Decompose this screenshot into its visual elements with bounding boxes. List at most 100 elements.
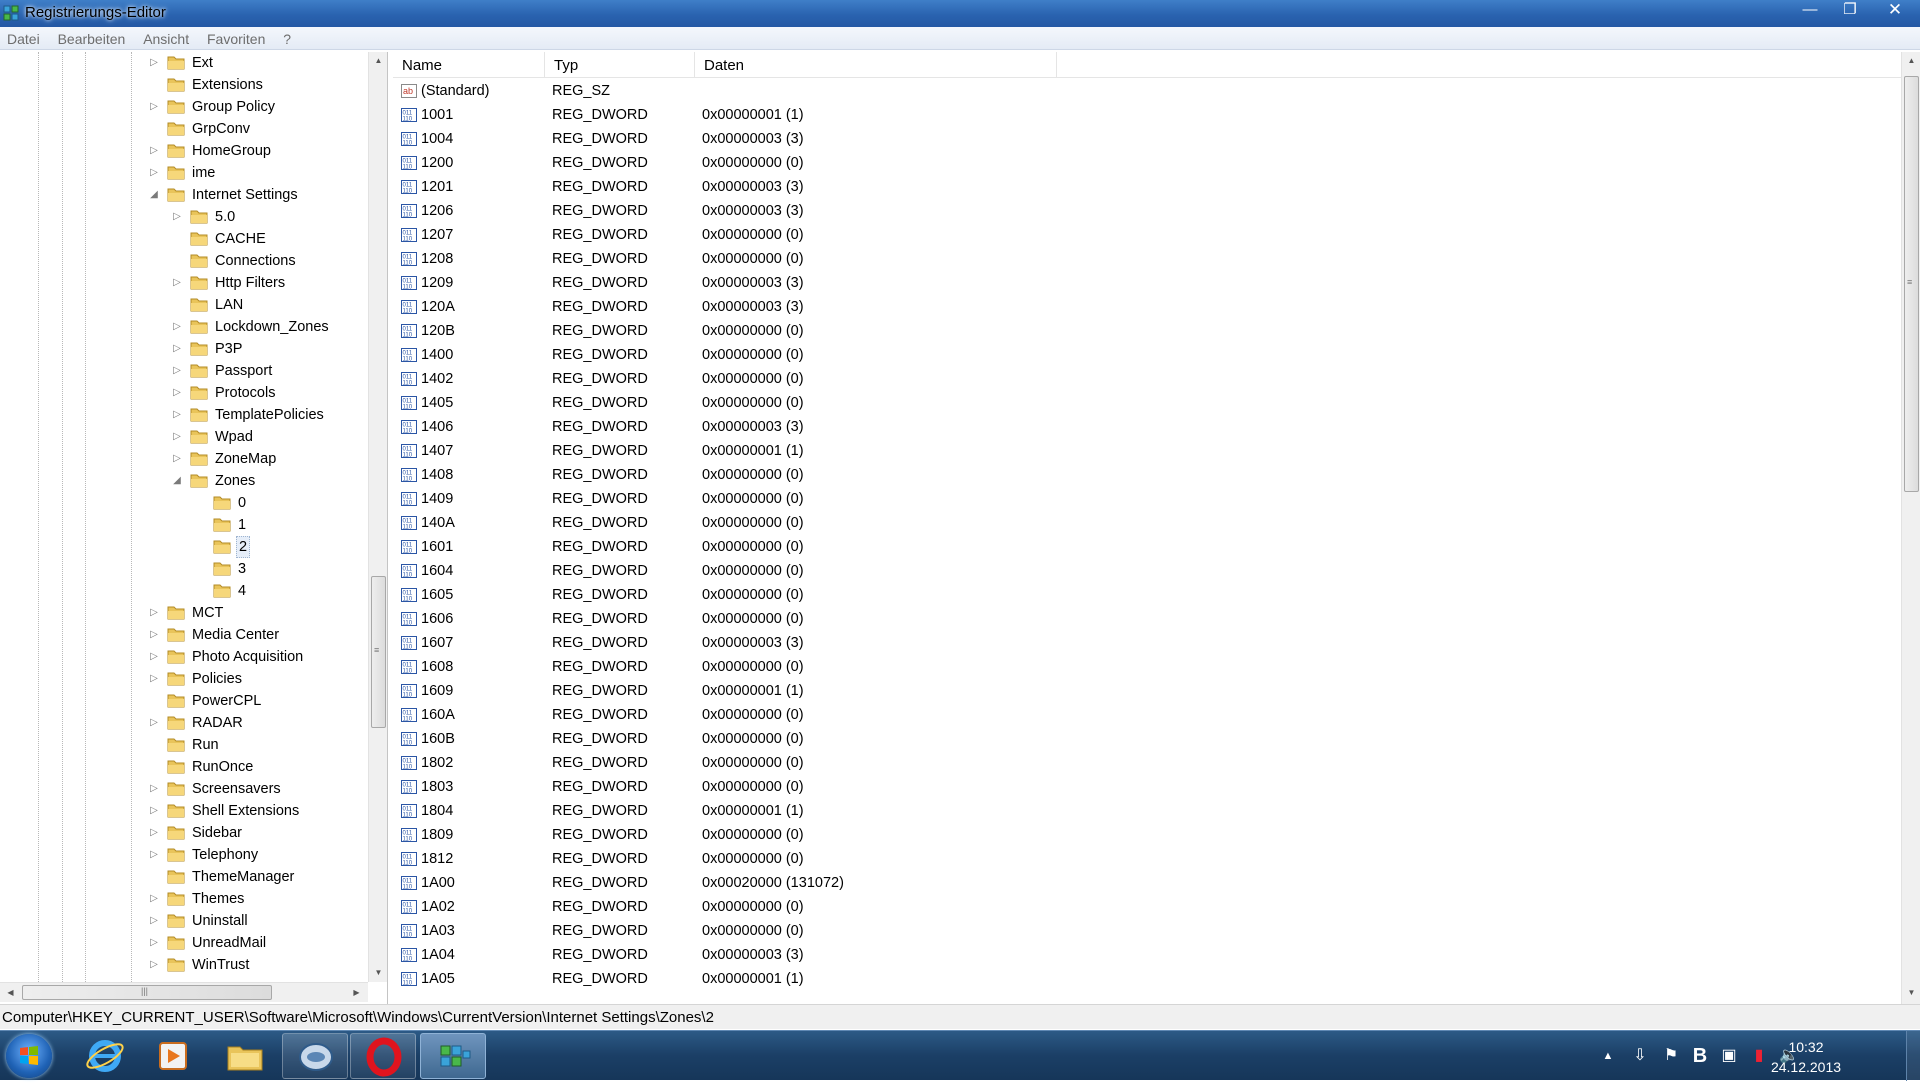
value-row[interactable]: 011 110 1408 REG_DWORD 0x00000000 (0)	[393, 463, 1593, 487]
tree-expand-icon[interactable]: ▷	[149, 822, 159, 844]
taskbar-messenger[interactable]	[282, 1033, 348, 1079]
tree-node[interactable]: 3	[0, 558, 366, 580]
tree-node[interactable]: ◢ Zones	[0, 470, 366, 492]
value-row[interactable]: 011 110 1A04 REG_DWORD 0x00000003 (3)	[393, 943, 1593, 967]
tree-node[interactable]: Connections	[0, 250, 366, 272]
taskbar-explorer[interactable]	[212, 1033, 278, 1079]
tree-expand-icon[interactable]: ▷	[149, 778, 159, 800]
value-row[interactable]: 011 110 1809 REG_DWORD 0x00000000 (0)	[393, 823, 1593, 847]
value-row[interactable]: 011 110 1409 REG_DWORD 0x00000000 (0)	[393, 487, 1593, 511]
tree-node[interactable]: GrpConv	[0, 118, 366, 140]
tree-expand-icon[interactable]: ▷	[172, 316, 182, 338]
tree-node[interactable]: 0	[0, 492, 366, 514]
value-row[interactable]: 011 110 1207 REG_DWORD 0x00000000 (0)	[393, 223, 1593, 247]
value-row[interactable]: 011 110 1607 REG_DWORD 0x00000003 (3)	[393, 631, 1593, 655]
tree-node[interactable]: CACHE	[0, 228, 366, 250]
action-center-flag-icon[interactable]: ⚑	[1660, 1045, 1682, 1067]
value-row[interactable]: 011 110 1605 REG_DWORD 0x00000000 (0)	[393, 583, 1593, 607]
value-row[interactable]: 011 110 1A05 REG_DWORD 0x00000001 (1)	[393, 967, 1593, 991]
tree-expand-icon[interactable]: ▷	[172, 382, 182, 404]
scroll-thumb[interactable]: ≡	[1904, 76, 1919, 492]
scroll-right-arrow-icon[interactable]: ▶	[348, 984, 365, 1001]
tree-node[interactable]: ▷ Passport	[0, 360, 366, 382]
taskbar-regedit[interactable]	[420, 1033, 486, 1079]
tree-node[interactable]: ▷ ZoneMap	[0, 448, 366, 470]
value-row[interactable]: 011 110 1606 REG_DWORD 0x00000000 (0)	[393, 607, 1593, 631]
tree-expand-icon[interactable]: ▷	[149, 646, 159, 668]
minimize-button[interactable]: —	[1790, 0, 1830, 21]
tree-node[interactable]: 1	[0, 514, 366, 536]
tree-node[interactable]: ▷ Uninstall	[0, 910, 366, 932]
scroll-thumb-horizontal[interactable]: |||	[22, 985, 272, 1000]
value-row[interactable]: 011 110 1407 REG_DWORD 0x00000001 (1)	[393, 439, 1593, 463]
tree-collapse-icon[interactable]: ◢	[149, 184, 159, 206]
tree-expand-icon[interactable]: ▷	[149, 602, 159, 624]
tree-expand-icon[interactable]: ▷	[172, 206, 182, 228]
tree-node[interactable]: RunOnce	[0, 756, 366, 778]
tree-expand-icon[interactable]: ▷	[172, 404, 182, 426]
menu-datei[interactable]: Datei	[0, 27, 47, 47]
tree-node[interactable]: ▷ Ext	[0, 52, 366, 74]
taskbar-opera[interactable]	[350, 1033, 416, 1079]
tree-node[interactable]: ▷ Photo Acquisition	[0, 646, 366, 668]
tree-expand-icon[interactable]: ▷	[172, 360, 182, 382]
tree-expand-icon[interactable]: ▷	[172, 338, 182, 360]
registry-tree-pane[interactable]: ▷ Ext Extensions ▷ Group Policy GrpConv ▷ HomeG…	[0, 52, 388, 1004]
value-row[interactable]: 011 110 1A03 REG_DWORD 0x00000000 (0)	[393, 919, 1593, 943]
tree-node[interactable]: LAN	[0, 294, 366, 316]
tree-node[interactable]: ▷ HomeGroup	[0, 140, 366, 162]
value-row[interactable]: 011 110 1604 REG_DWORD 0x00000000 (0)	[393, 559, 1593, 583]
show-desktop-button[interactable]	[1906, 1031, 1920, 1081]
value-row[interactable]: 011 110 1201 REG_DWORD 0x00000003 (3)	[393, 175, 1593, 199]
tree-node[interactable]: ▷ Policies	[0, 668, 366, 690]
title-bar[interactable]: Registrierungs-Editor — ❐ ✕	[0, 0, 1920, 27]
clock[interactable]: 10:32 24.12.2013	[1766, 1037, 1846, 1077]
tree-node[interactable]: ▷ Http Filters	[0, 272, 366, 294]
value-row[interactable]: 011 110 120A REG_DWORD 0x00000003 (3)	[393, 295, 1593, 319]
value-row[interactable]: 011 110 1206 REG_DWORD 0x00000003 (3)	[393, 199, 1593, 223]
tree-node[interactable]: ▷ Sidebar	[0, 822, 366, 844]
tree-expand-icon[interactable]: ▷	[149, 140, 159, 162]
scroll-down-arrow-icon[interactable]: ▼	[370, 964, 387, 981]
value-row[interactable]: 011 110 1400 REG_DWORD 0x00000000 (0)	[393, 343, 1593, 367]
scroll-up-arrow-icon[interactable]: ▲	[1903, 52, 1920, 69]
tree-expand-icon[interactable]: ▷	[149, 844, 159, 866]
scroll-left-arrow-icon[interactable]: ◀	[2, 984, 19, 1001]
tree-node[interactable]: PowerCPL	[0, 690, 366, 712]
tree-node[interactable]: ▷ Shell Extensions	[0, 800, 366, 822]
value-row[interactable]: 011 110 1004 REG_DWORD 0x00000003 (3)	[393, 127, 1593, 151]
menu-help[interactable]: ?	[276, 27, 298, 47]
taskbar-media-player[interactable]	[140, 1033, 206, 1079]
tree-node[interactable]: ▷ Themes	[0, 888, 366, 910]
value-row[interactable]: 011 110 1803 REG_DWORD 0x00000000 (0)	[393, 775, 1593, 799]
tree-node[interactable]: ▷ Media Center	[0, 624, 366, 646]
tree-expand-icon[interactable]: ▷	[172, 448, 182, 470]
tree-node[interactable]: Run	[0, 734, 366, 756]
tree-expand-icon[interactable]: ▷	[149, 954, 159, 976]
value-row[interactable]: 011 110 1406 REG_DWORD 0x00000003 (3)	[393, 415, 1593, 439]
value-row[interactable]: 011 110 120B REG_DWORD 0x00000000 (0)	[393, 319, 1593, 343]
values-list-pane[interactable]: Name Typ Daten ab (Standard) REG_SZ 011 110 1…	[393, 52, 1920, 1004]
tree-expand-icon[interactable]: ▷	[149, 52, 159, 74]
tree-node[interactable]: ◢ Internet Settings	[0, 184, 366, 206]
value-row[interactable]: 011 110 1200 REG_DWORD 0x00000000 (0)	[393, 151, 1593, 175]
start-button[interactable]	[6, 1034, 52, 1078]
tree-node[interactable]: Extensions	[0, 74, 366, 96]
tree-node[interactable]: ▷ 5.0	[0, 206, 366, 228]
column-header-name[interactable]: Name	[393, 52, 545, 78]
column-header-data[interactable]: Daten	[695, 52, 1057, 78]
scroll-up-arrow-icon[interactable]: ▲	[370, 52, 387, 69]
tree-expand-icon[interactable]: ▷	[172, 272, 182, 294]
value-row[interactable]: 011 110 160A REG_DWORD 0x00000000 (0)	[393, 703, 1593, 727]
menu-favoriten[interactable]: Favoriten	[200, 27, 272, 47]
value-row[interactable]: 011 110 1001 REG_DWORD 0x00000001 (1)	[393, 103, 1593, 127]
tree-node[interactable]: ▷ Lockdown_Zones	[0, 316, 366, 338]
value-row[interactable]: 011 110 1209 REG_DWORD 0x00000003 (3)	[393, 271, 1593, 295]
tree-node[interactable]: ▷ TemplatePolicies	[0, 404, 366, 426]
download-icon[interactable]: ⇩	[1629, 1045, 1651, 1067]
show-hidden-icons-icon[interactable]: ▲	[1597, 1045, 1619, 1067]
tree-node[interactable]: ▷ Screensavers	[0, 778, 366, 800]
tree-expand-icon[interactable]: ▷	[149, 888, 159, 910]
tree-node[interactable]: ▷ Group Policy	[0, 96, 366, 118]
value-row[interactable]: 011 110 1405 REG_DWORD 0x00000000 (0)	[393, 391, 1593, 415]
